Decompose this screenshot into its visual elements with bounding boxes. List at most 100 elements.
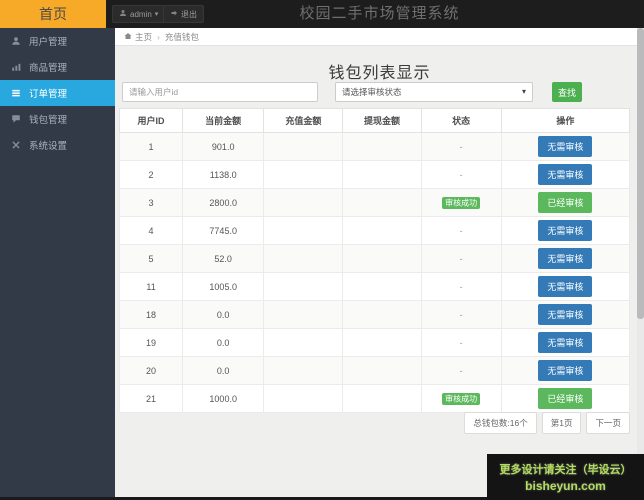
watermark: 更多设计请关注（毕设云） bisheyun.com bbox=[487, 454, 644, 500]
table-cell: 1138.0 bbox=[182, 160, 265, 189]
table-cell: 3 bbox=[118, 188, 184, 217]
table-cell bbox=[342, 384, 422, 413]
table-cell: 7745.0 bbox=[182, 216, 265, 245]
table-cell: 2800.0 bbox=[182, 188, 265, 217]
total-wallets-label: 总钱包数:16个 bbox=[464, 412, 537, 434]
chevron-down-icon: ▾ bbox=[521, 87, 526, 96]
no-audit-button[interactable]: 无需审核 bbox=[538, 248, 593, 269]
table-cell bbox=[263, 384, 344, 413]
no-audit-button[interactable]: 无需审核 bbox=[538, 136, 593, 157]
table-cell: 19 bbox=[118, 328, 184, 357]
table-cell bbox=[342, 216, 422, 245]
table-cell bbox=[263, 216, 344, 245]
table-cell bbox=[263, 272, 344, 301]
wallet-table-wrap: 用户ID 当前金额 充值金额 提现金额 状态 操作 1 901.0 - 无需审核 2 1138.0 -… bbox=[118, 108, 631, 413]
no-audit-button[interactable]: 无需审核 bbox=[538, 220, 593, 241]
status-cell: 审核成功 bbox=[420, 188, 502, 217]
sidebar-item-label: 钱包管理 bbox=[29, 115, 68, 126]
table-cell bbox=[263, 328, 344, 357]
status-dash: - bbox=[459, 337, 463, 348]
app-title: 校园二手市场管理系统 bbox=[299, 5, 460, 22]
status-select-value: 请选择审核状态 bbox=[342, 87, 402, 97]
sidebar-item-4[interactable]: 钱包管理 bbox=[0, 106, 115, 132]
no-audit-button[interactable]: 无需审核 bbox=[538, 360, 593, 381]
table-cell: 1005.0 bbox=[182, 272, 265, 301]
user-icon bbox=[11, 36, 21, 46]
no-audit-button[interactable]: 无需审核 bbox=[538, 332, 593, 353]
status-dash: - bbox=[459, 169, 463, 180]
column-header: 提现金额 bbox=[342, 108, 422, 133]
table-cell: 4 bbox=[118, 216, 184, 245]
sidebar-item-2[interactable]: 商品管理 bbox=[0, 54, 115, 80]
status-dash: - bbox=[459, 253, 463, 264]
status-select[interactable]: 请选择审核状态 ▾ bbox=[335, 82, 533, 102]
action-cell: 无需审核 bbox=[500, 356, 631, 385]
column-header: 状态 bbox=[420, 108, 502, 133]
table-cell: 5 bbox=[118, 244, 184, 273]
sidebar-item-label: 系统设置 bbox=[29, 141, 68, 152]
table-cell: 1 bbox=[118, 132, 184, 161]
table-cell bbox=[342, 188, 422, 217]
action-cell: 无需审核 bbox=[500, 132, 631, 161]
breadcrumb: 主页 › 充值钱包 bbox=[115, 28, 644, 46]
status-cell: - bbox=[420, 328, 502, 357]
table-cell: 2 bbox=[118, 160, 184, 189]
status-cell: - bbox=[420, 216, 502, 245]
home-icon bbox=[124, 32, 132, 42]
audited-button[interactable]: 已经审核 bbox=[538, 192, 593, 213]
sidebar-item-3[interactable]: 订单管理 bbox=[0, 80, 115, 106]
table-row: 21 1000.0 审核成功 已经审核 bbox=[118, 384, 631, 413]
audited-button[interactable]: 已经审核 bbox=[538, 388, 593, 409]
home-button[interactable]: 首页 bbox=[0, 0, 106, 28]
status-dash: - bbox=[459, 365, 463, 376]
table-cell bbox=[263, 188, 344, 217]
table-cell bbox=[263, 244, 344, 273]
wallet-table: 用户ID 当前金额 充值金额 提现金额 状态 操作 1 901.0 - 无需审核 2 1138.0 -… bbox=[118, 108, 631, 413]
table-cell bbox=[342, 356, 422, 385]
status-badge: 审核成功 bbox=[442, 392, 481, 405]
table-row: 19 0.0 - 无需审核 bbox=[118, 328, 631, 357]
table-row: 11 1005.0 - 无需审核 bbox=[118, 272, 631, 301]
status-dash: - bbox=[459, 141, 463, 152]
table-cell bbox=[342, 272, 422, 301]
table-cell bbox=[263, 356, 344, 385]
table-cell bbox=[342, 132, 422, 161]
table-cell: 1000.0 bbox=[182, 384, 265, 413]
table-cell bbox=[342, 244, 422, 273]
settings-icon bbox=[11, 140, 21, 150]
breadcrumb-home-label: 主页 bbox=[135, 31, 153, 42]
sidebar-item-1[interactable]: 用户管理 bbox=[0, 28, 115, 54]
status-dash: - bbox=[459, 309, 463, 320]
watermark-line2: bisheyun.com bbox=[525, 479, 606, 493]
chart-icon bbox=[11, 62, 21, 72]
table-cell: 0.0 bbox=[182, 328, 265, 357]
table-cell: 0.0 bbox=[182, 356, 265, 385]
wallet-admin-page: { "header": { "home": "首页", "admin": "ad… bbox=[0, 0, 644, 500]
table-row: 1 901.0 - 无需审核 bbox=[118, 132, 631, 161]
sidebar-item-5[interactable]: 系统设置 bbox=[0, 132, 115, 158]
table-row: 20 0.0 - 无需审核 bbox=[118, 356, 631, 385]
watermark-line1: 更多设计请关注（毕设云） bbox=[499, 464, 632, 476]
top-header: 首页 admin ▾ 退出 校园二手市场管理系统 bbox=[0, 0, 644, 28]
scrollbar-track[interactable] bbox=[637, 28, 644, 497]
status-dash: - bbox=[459, 281, 463, 292]
next-page-button[interactable]: 下一页 bbox=[586, 412, 630, 434]
no-audit-button[interactable]: 无需审核 bbox=[538, 276, 593, 297]
table-row: 4 7745.0 - 无需审核 bbox=[118, 216, 631, 245]
column-header: 用户ID bbox=[118, 108, 184, 133]
status-cell: 审核成功 bbox=[420, 384, 502, 413]
search-button[interactable]: 查找 bbox=[552, 82, 582, 102]
table-row: 3 2800.0 审核成功 已经审核 bbox=[118, 188, 631, 217]
search-input[interactable] bbox=[122, 82, 318, 102]
table-cell bbox=[342, 300, 422, 329]
scrollbar-thumb[interactable] bbox=[637, 28, 644, 319]
table-cell: 20 bbox=[118, 356, 184, 385]
breadcrumb-home[interactable]: 主页 bbox=[124, 31, 152, 43]
no-audit-button[interactable]: 无需审核 bbox=[538, 164, 593, 185]
action-cell: 无需审核 bbox=[500, 216, 631, 245]
no-audit-button[interactable]: 无需审核 bbox=[538, 304, 593, 325]
table-row: 18 0.0 - 无需审核 bbox=[118, 300, 631, 329]
table-cell bbox=[263, 300, 344, 329]
action-cell: 无需审核 bbox=[500, 328, 631, 357]
action-cell: 无需审核 bbox=[500, 272, 631, 301]
